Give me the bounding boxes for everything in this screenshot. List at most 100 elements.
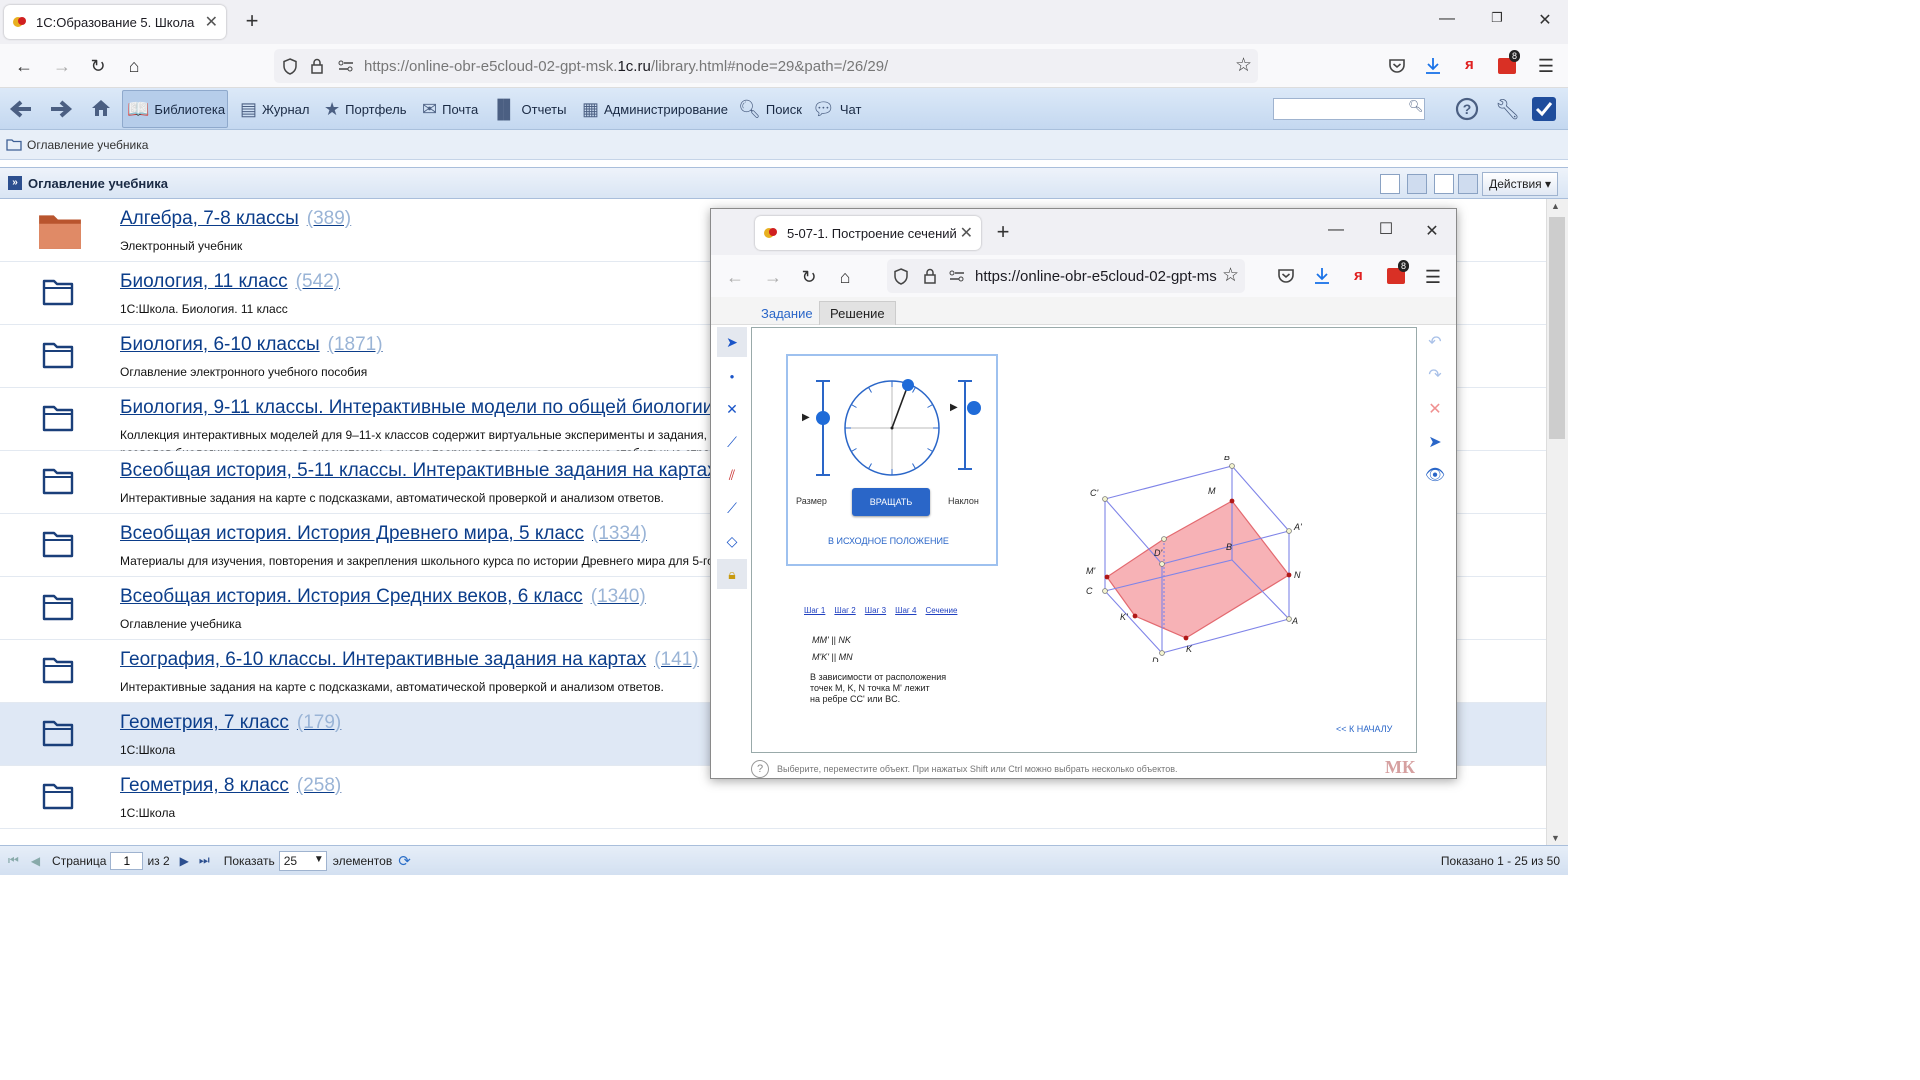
menu-icon[interactable]: ☰	[1534, 54, 1558, 78]
step-4-link[interactable]: Шаг 4	[895, 606, 916, 615]
show-hide-cursor-icon[interactable]: ➤	[1421, 427, 1449, 457]
app-back-icon[interactable]	[9, 99, 33, 119]
app-forward-icon[interactable]	[49, 99, 73, 119]
lock-icon[interactable]	[923, 268, 937, 285]
back-icon[interactable]: ←	[12, 54, 36, 78]
tilt-slider-track[interactable]	[964, 380, 966, 470]
rotation-dial[interactable]	[840, 376, 944, 480]
prev-page-icon[interactable]: ◀	[31, 854, 40, 868]
select-cursor-icon[interactable]: ➤	[717, 327, 747, 357]
shield-icon[interactable]	[893, 268, 909, 285]
list-item-title[interactable]: География, 6-10 классы. Интерактивные за…	[120, 649, 699, 671]
size-slider-track[interactable]	[822, 380, 824, 476]
extension-icon[interactable]: 8	[1387, 260, 1410, 284]
view-list-icon[interactable]	[1434, 174, 1454, 194]
point-tool-icon[interactable]: ●	[717, 361, 747, 391]
close-tab-icon[interactable]: ✕	[205, 12, 218, 32]
list-item-title[interactable]: Биология, 9-11 классы. Интерактивные мод…	[120, 397, 728, 419]
list-item-title[interactable]: Биология, 6-10 классы (1871)	[120, 334, 383, 356]
list-item-title[interactable]: Алгебра, 7-8 классы (389)	[120, 208, 351, 230]
eye-icon[interactable]: 👁︎	[1421, 460, 1449, 490]
toolbar-mail[interactable]: ✉ Почта	[418, 90, 482, 128]
address-bar[interactable]: https://online-obr-e5cloud-02-gpt-msk.1c…	[274, 49, 1258, 83]
back-icon[interactable]: ←	[723, 265, 747, 289]
menu-icon[interactable]: ☰	[1421, 265, 1445, 289]
pocket-icon[interactable]	[1388, 57, 1406, 75]
list-item-title[interactable]: Биология, 11 класс (542)	[120, 271, 340, 293]
extension-icon[interactable]: 8	[1498, 50, 1521, 74]
app-home-icon[interactable]	[90, 98, 112, 118]
list-scrollbar[interactable]: ▲ ▼	[1546, 199, 1568, 845]
line-tool-icon[interactable]: ⟋	[717, 427, 747, 457]
pocket-icon[interactable]	[1277, 267, 1295, 285]
intersection-tool-icon[interactable]: ✕	[717, 394, 747, 424]
polygon-tool-icon[interactable]: ◇	[717, 526, 747, 556]
section-link[interactable]: Сечение	[926, 606, 958, 615]
maximize-window-button[interactable]: ☐	[1371, 219, 1401, 239]
toolbar-journal[interactable]: ▤ Журнал	[236, 90, 313, 128]
site-permissions-icon[interactable]	[949, 270, 965, 282]
tilt-slider-knob[interactable]	[967, 401, 981, 415]
delete-icon[interactable]: ✕	[1421, 394, 1449, 424]
bookmark-star-icon[interactable]: ☆	[1222, 264, 1239, 287]
minimize-window-button[interactable]: —	[1321, 221, 1351, 239]
view-single-icon[interactable]	[1380, 174, 1400, 194]
popup-tab[interactable]: 5-07-1. Построение сечений п ✕	[755, 216, 981, 250]
size-slider-knob[interactable]	[816, 411, 830, 425]
actions-button[interactable]: Действия ▾	[1482, 172, 1558, 196]
home-icon[interactable]: ⌂	[833, 265, 857, 289]
search-submit-icon[interactable]: 🔍︎	[1408, 99, 1423, 113]
refresh-icon[interactable]: ⟳	[398, 852, 411, 870]
breadcrumb-item[interactable]: Оглавление учебника	[27, 138, 148, 152]
close-tab-icon[interactable]: ✕	[960, 223, 973, 243]
list-item-title[interactable]: Всеобщая история. История Древнего мира,…	[120, 523, 647, 545]
list-item-title[interactable]: Геометрия, 7 класс (179)	[120, 712, 341, 734]
tab-solution[interactable]: Решение	[819, 301, 896, 325]
page-number-input[interactable]	[110, 851, 144, 870]
new-tab-button[interactable]: +	[989, 219, 1017, 245]
bookmark-star-icon[interactable]: ☆	[1235, 54, 1252, 77]
step-2-link[interactable]: Шаг 2	[834, 606, 855, 615]
page-size-select[interactable]: 25 ▼	[278, 850, 327, 871]
list-item-title[interactable]: Всеобщая история. История Средних веков,…	[120, 586, 646, 608]
prism-section-figure[interactable]: B' C' M A' D' B M' N C K' A D K	[1082, 456, 1312, 662]
yandex-icon[interactable]: я	[1465, 56, 1474, 73]
tasks-check-icon[interactable]	[1531, 96, 1557, 122]
list-item-title[interactable]: Всеобщая история, 5-11 классы. Интеракти…	[120, 460, 731, 482]
reload-icon[interactable]: ↻	[86, 54, 110, 78]
lock-icon[interactable]	[310, 58, 324, 75]
reload-icon[interactable]: ↻	[797, 265, 821, 289]
view-split-icon[interactable]	[1458, 174, 1478, 194]
minimize-window-button[interactable]: —	[1432, 10, 1462, 28]
yandex-icon[interactable]: я	[1354, 267, 1363, 284]
new-tab-button[interactable]: +	[238, 8, 266, 34]
list-item-title[interactable]: Геометрия, 8 класс (258)	[120, 775, 341, 797]
toolbar-chat[interactable]: 💬︎ Чат	[808, 90, 865, 128]
parallel-line-tool-icon[interactable]: ⫽	[717, 460, 747, 490]
settings-key-icon[interactable]: 🔧︎	[1495, 97, 1520, 122]
home-icon[interactable]: ⌂	[122, 54, 146, 78]
scrollbar-thumb[interactable]	[1549, 217, 1565, 439]
download-icon[interactable]	[1424, 56, 1442, 76]
segment-tool-icon[interactable]: ⟋	[717, 493, 747, 523]
geometry-canvas[interactable]: ▶ ▶ Размер ВРАЩАТЬ Наклон В ИСХОДНОЕ ПОЛ…	[751, 327, 1417, 753]
toolbar-library[interactable]: 📖 Библиотека	[122, 90, 228, 128]
download-icon[interactable]	[1313, 266, 1331, 286]
forward-icon[interactable]: →	[761, 265, 785, 289]
close-window-button[interactable]: ✕	[1530, 10, 1560, 30]
step-1-link[interactable]: Шаг 1	[804, 606, 825, 615]
undo-icon[interactable]: ↶	[1421, 327, 1449, 357]
shield-icon[interactable]	[282, 58, 298, 75]
first-page-icon[interactable]: ⏮	[8, 853, 19, 868]
restore-window-button[interactable]: ❐	[1482, 10, 1512, 26]
next-page-icon[interactable]: ▶	[180, 854, 189, 868]
toolbar-search[interactable]: 🔍︎ Поиск	[734, 90, 806, 128]
step-3-link[interactable]: Шаг 3	[865, 606, 886, 615]
last-page-icon[interactable]: ⏭	[199, 853, 210, 868]
scroll-down-icon[interactable]: ▼	[1551, 833, 1560, 843]
scroll-up-icon[interactable]: ▲	[1551, 201, 1560, 211]
toolbar-portfolio[interactable]: ★ Портфель	[320, 90, 410, 128]
site-permissions-icon[interactable]	[338, 60, 354, 72]
popup-address-bar[interactable]: https://online-obr-e5cloud-02-gpt-ms ☆	[887, 259, 1245, 293]
rotate-button[interactable]: ВРАЩАТЬ	[852, 488, 930, 516]
